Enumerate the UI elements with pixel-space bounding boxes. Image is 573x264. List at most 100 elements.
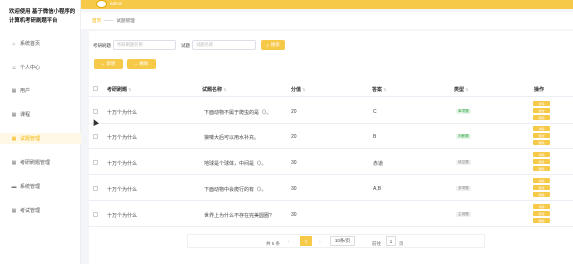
table-divider [89, 96, 573, 97]
sidebar-item-users[interactable]: ▦ 用户 [0, 85, 81, 96]
pagination-total: 共 5 条 [266, 241, 281, 246]
cell-answer: C [373, 109, 377, 115]
table-divider [89, 200, 573, 201]
sidebar-item-label: 系统管理 [20, 184, 41, 190]
brand-title: 欢迎使用 基于微信小程序的计算机考研刷题平台 [9, 9, 76, 24]
type-badge: 填空题 [456, 160, 471, 165]
sidebar-item-practice[interactable]: ▦ 考研刷题管理 [0, 157, 81, 168]
delete-button-label: 删除 [139, 61, 149, 66]
column-header-question[interactable]: 试题名称⇅ [202, 86, 226, 93]
type-badge: 主观题 [456, 212, 471, 217]
type-badge: 多项题 [456, 186, 471, 191]
cell-exam: 十万个为什么 [107, 135, 138, 141]
cell-score: 30 [291, 160, 297, 166]
sidebar-item-courses[interactable]: ▦ 课程 [0, 109, 81, 120]
sidebar-item-label: 考研刷题管理 [20, 160, 51, 166]
cell-question: 地球是个球体，中间是（）。 [204, 161, 267, 167]
delete-row-button[interactable]: 删除 [533, 218, 550, 223]
delete-row-button[interactable]: 删除 [533, 140, 550, 145]
breadcrumb-home[interactable]: 首页 [92, 18, 101, 24]
page-suffix: 页 [399, 241, 404, 246]
top-bar [81, 0, 573, 9]
filter-question-label: 试题 [181, 43, 190, 48]
select-all-checkbox[interactable] [93, 86, 98, 91]
add-button[interactable]: + 新增 [94, 59, 123, 69]
breadcrumb: 首页 —— 试题管理 [81, 12, 573, 29]
breadcrumb-current: 试题管理 [116, 17, 135, 23]
search-icon: ⌕ [266, 42, 269, 48]
edit-button[interactable]: 修改 [533, 133, 550, 138]
cell-exam: 十万个为什么 [107, 213, 138, 219]
type-badge: 判断题 [456, 134, 471, 139]
cell-score: 20 [291, 109, 297, 115]
delete-row-button[interactable]: 删除 [533, 115, 550, 120]
grid-icon: ▦ [11, 111, 17, 118]
exam-search-input[interactable]: 考研刷题名称 [113, 40, 176, 50]
column-header-actions: 操作 [534, 87, 545, 93]
sidebar-item-home[interactable]: ⌂ 系统首页 [0, 38, 81, 49]
next-page-button[interactable]: › [319, 239, 321, 245]
column-header-score[interactable]: 分值⇅ [291, 86, 305, 93]
table-divider [89, 226, 573, 227]
page-size-value: 10条/页 [334, 238, 351, 243]
edit-button[interactable]: 修改 [533, 108, 550, 113]
cell-exam: 十万个为什么 [107, 187, 138, 193]
row-checkbox[interactable] [93, 134, 98, 139]
search-button-label: 搜索 [270, 42, 280, 47]
prev-page-button[interactable]: ‹ [288, 239, 290, 245]
goto-page-input[interactable]: 1 [386, 236, 396, 246]
search-button[interactable]: ⌕ 搜索 [261, 40, 285, 50]
detail-button[interactable]: 详情 [533, 101, 550, 106]
type-badge: 单项题 [456, 109, 471, 114]
page-size-select[interactable]: 10条/页 [330, 236, 355, 246]
grid-icon: ▦ [11, 207, 17, 214]
grid-icon: ▦ [11, 135, 17, 142]
delete-row-button[interactable]: 删除 [533, 192, 550, 197]
sidebar: 欢迎使用 基于微信小程序的计算机考研刷题平台 ⌂ 系统首页 ☺ 个人中心 ▦ 用… [0, 0, 81, 264]
row-checkbox[interactable] [93, 109, 98, 114]
edit-button[interactable]: 修改 [533, 211, 550, 216]
sidebar-item-label: 课程 [20, 112, 31, 118]
sidebar-item-system[interactable]: ▬ 系统管理 [0, 181, 81, 192]
cell-score: 30 [291, 186, 297, 192]
detail-button[interactable]: 详情 [533, 204, 550, 209]
page-button-current[interactable]: 1 [300, 236, 312, 246]
delete-row-button[interactable]: 删除 [533, 166, 550, 171]
cell-score: 30 [291, 212, 297, 218]
cell-answer: A,B [373, 186, 382, 192]
sidebar-item-profile[interactable]: ☺ 个人中心 [0, 62, 81, 73]
sidebar-item-label: 个人中心 [20, 65, 41, 71]
detail-button[interactable]: 详情 [533, 152, 550, 157]
avatar[interactable] [96, 0, 107, 8]
column-header-type[interactable]: 类型⇅ [454, 86, 468, 93]
sidebar-item-label: 考试管理 [20, 208, 41, 214]
detail-button[interactable]: 详情 [533, 126, 550, 131]
sidebar-item-exams[interactable]: ▦ 考试管理 [0, 205, 81, 216]
column-header-exam[interactable]: 考研刷题⇅ [107, 86, 131, 93]
cell-answer: B [373, 134, 377, 140]
row-checkbox[interactable] [93, 212, 98, 217]
cell-question: 狼嚎大后可以用水补充。 [204, 135, 260, 141]
goto-label: 前往 [372, 241, 381, 246]
grid-icon: ▦ [11, 159, 17, 166]
row-checkbox[interactable] [93, 160, 98, 165]
add-button-label: 新增 [106, 61, 116, 66]
sidebar-item-label: 系统首页 [20, 41, 41, 47]
edit-button[interactable]: 修改 [533, 185, 550, 190]
breadcrumb-separator: —— [104, 18, 114, 23]
detail-button[interactable]: 详情 [533, 178, 550, 183]
cell-score: 20 [291, 134, 297, 140]
grid-icon: ▦ [11, 87, 17, 94]
cell-exam: 十万个为什么 [107, 110, 138, 116]
edit-button[interactable]: 修改 [533, 159, 550, 164]
row-checkbox[interactable] [93, 186, 98, 191]
question-search-input[interactable]: 试题名称 [192, 40, 256, 50]
username[interactable]: admin [110, 1, 122, 6]
plus-icon: + [101, 61, 105, 67]
column-header-answer[interactable]: 答案⇅ [372, 86, 386, 93]
table-divider [89, 148, 573, 149]
delete-button[interactable]: − 删除 [127, 59, 156, 69]
cell-exam: 十万个为什么 [107, 161, 138, 167]
cell-answer: 赤道 [373, 161, 384, 167]
sidebar-item-questions[interactable]: ▦ 试题管理 [0, 133, 81, 144]
